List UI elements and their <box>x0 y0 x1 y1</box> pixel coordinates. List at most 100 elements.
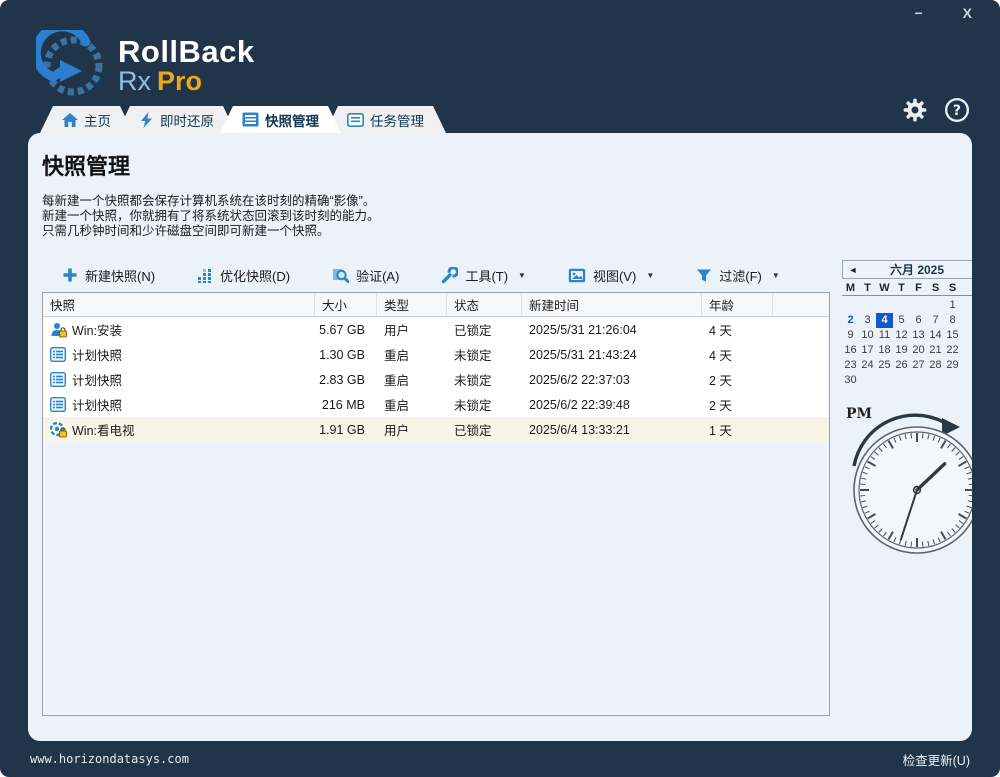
svg-text:?: ? <box>953 103 961 119</box>
snapshot-list-icon <box>242 112 259 127</box>
calendar-day[interactable]: 17 <box>859 343 876 358</box>
calendar-day[interactable]: 30 <box>842 373 859 388</box>
calendar-day[interactable]: 19 <box>893 343 910 358</box>
table-row[interactable]: Win:安装 5.67 GB 用户 已锁定 2025/5/31 21:26:04… <box>43 317 829 342</box>
column-header-size[interactable]: 大小 <box>315 293 377 316</box>
calendar-day[interactable]: 11 <box>876 328 893 343</box>
column-header-age[interactable]: 年龄 <box>702 293 773 316</box>
tab-instant-restore-label: 即时还原 <box>160 110 214 130</box>
calendar-day[interactable]: 2 <box>842 313 859 328</box>
new-snapshot-button[interactable]: 新建快照(N) <box>52 263 165 288</box>
table-header-row: 快照 大小 类型 状态 新建时间 年龄 <box>43 293 829 317</box>
calendar-header: ◄ 六月 2025 ► <box>842 260 972 279</box>
defrag-snapshot-button[interactable]: 优化快照(D) <box>187 263 300 288</box>
tab-snapshot-manager[interactable]: 快照管理 <box>220 106 341 133</box>
plus-icon <box>62 267 78 283</box>
calendar-day[interactable]: 7 <box>927 313 944 328</box>
calendar-blank-cell <box>876 298 893 313</box>
calendar-day[interactable]: 6 <box>910 313 927 328</box>
table-row[interactable]: 计划快照 1.30 GB 重启 未锁定 2025/5/31 21:43:24 4… <box>43 342 829 367</box>
snapshot-age: 2 天 <box>702 395 773 414</box>
calendar-day[interactable]: 1 <box>944 298 961 313</box>
check-update-link[interactable]: 检查更新(U) <box>903 750 970 769</box>
brand-pro: Pro <box>157 66 202 96</box>
tab-home[interactable]: 主页 <box>40 106 133 133</box>
table-row[interactable]: 计划快照 2.83 GB 重启 未锁定 2025/6/2 22:37:03 2 … <box>43 367 829 392</box>
help-icon[interactable]: ? <box>944 97 970 123</box>
calendar-day[interactable]: 21 <box>927 343 944 358</box>
column-header-status[interactable]: 状态 <box>447 293 522 316</box>
app-window: − X RollBack RxPro 主页 即时还原 <box>0 0 1000 777</box>
snapshot-created: 2025/6/4 13:33:21 <box>522 423 702 437</box>
page-description-line3: 只需几秒钟时间和少许磁盘空间即可新建一个快照。 <box>42 225 972 238</box>
snapshot-size: 1.91 GB <box>315 423 377 437</box>
calendar-day[interactable]: 18 <box>876 343 893 358</box>
clock-meridiem-label: PM <box>846 406 872 422</box>
calendar-day[interactable]: 16 <box>842 343 859 358</box>
snapshot-name: 计划快照 <box>72 345 122 364</box>
snapshot-size: 1.30 GB <box>315 348 377 362</box>
table-row-current[interactable]: Win:看电视 1.91 GB 用户 已锁定 2025/6/4 13:33:21… <box>43 417 829 442</box>
calendar-day[interactable]: 5 <box>893 313 910 328</box>
main-area: 新建快照(N) 优化快照(D) <box>42 260 972 716</box>
calendar-day[interactable]: 23 <box>842 358 859 373</box>
day-header: F <box>910 282 927 294</box>
calendar-day[interactable]: 28 <box>927 358 944 373</box>
snapshot-created: 2025/5/31 21:43:24 <box>522 348 702 362</box>
verify-button[interactable]: 验证(A) <box>322 263 409 288</box>
snapshot-toolbar: 新建快照(N) 优化快照(D) <box>42 260 830 290</box>
minimize-button[interactable]: − <box>908 4 928 22</box>
snapshot-column: 新建快照(N) 优化快照(D) <box>42 260 830 716</box>
tab-task-manager[interactable]: 任务管理 <box>325 106 446 133</box>
current-locked-snapshot-icon <box>50 422 67 438</box>
snapshot-size: 216 MB <box>315 398 377 412</box>
snapshot-name: 计划快照 <box>72 395 122 414</box>
day-header: T <box>893 282 910 294</box>
calendar-day[interactable]: 9 <box>842 328 859 343</box>
snapshot-age: 4 天 <box>702 345 773 364</box>
calendar-day[interactable]: 14 <box>927 328 944 343</box>
calendar-day[interactable]: 13 <box>910 328 927 343</box>
calendar-day[interactable]: 22 <box>944 343 961 358</box>
verify-icon <box>332 267 349 283</box>
brand-rx: Rx <box>118 66 151 96</box>
calendar-day[interactable]: 15 <box>944 328 961 343</box>
table-empty-area <box>43 442 829 715</box>
calendar-day[interactable]: 10 <box>859 328 876 343</box>
calendar-day[interactable]: 20 <box>910 343 927 358</box>
filter-menu-label: 过滤(F) <box>719 266 762 285</box>
column-header-created[interactable]: 新建时间 <box>522 293 702 316</box>
calendar-day[interactable]: 12 <box>893 328 910 343</box>
column-header-snapshot[interactable]: 快照 <box>43 293 315 316</box>
calendar-day[interactable]: 27 <box>910 358 927 373</box>
snapshot-status: 已锁定 <box>447 420 522 439</box>
close-button[interactable]: X <box>957 4 978 22</box>
view-menu-button[interactable]: 视图(V) ▼ <box>558 263 664 288</box>
snapshot-type: 重启 <box>377 370 447 389</box>
calendar-day[interactable]: 26 <box>893 358 910 373</box>
brand-rollback: RollBack <box>118 36 255 68</box>
filter-icon <box>696 268 712 283</box>
calendar-day[interactable]: 8 <box>944 313 961 328</box>
website-link[interactable]: www.horizondatasys.com <box>30 752 189 766</box>
column-header-filler <box>773 293 829 316</box>
calendar-day[interactable]: 29 <box>944 358 961 373</box>
defrag-snapshot-label: 优化快照(D) <box>220 266 290 285</box>
column-header-type[interactable]: 类型 <box>377 293 447 316</box>
calendar-day[interactable]: 3 <box>859 313 876 328</box>
tab-instant-restore[interactable]: 即时还原 <box>117 106 236 133</box>
brand-wordmark: RollBack RxPro <box>118 36 255 95</box>
page-description-line1: 每新建一个快照都会保存计算机系统在该时刻的精确“影像”。 <box>42 195 972 208</box>
calendar-prev-icon[interactable]: ◄ <box>847 265 859 275</box>
calendar-day-selected[interactable]: 4 <box>876 313 893 328</box>
filter-menu-button[interactable]: 过滤(F) ▼ <box>686 263 790 288</box>
calendar-day[interactable]: 25 <box>876 358 893 373</box>
tools-menu-button[interactable]: 工具(T) ▼ <box>431 263 536 288</box>
calendar-blank-cell <box>842 298 859 313</box>
verify-label: 验证(A) <box>356 266 399 285</box>
settings-gear-icon[interactable] <box>902 97 928 123</box>
table-row[interactable]: 计划快照 216 MB 重启 未锁定 2025/6/2 22:39:48 2 天 <box>43 392 829 417</box>
calendar-day[interactable]: 24 <box>859 358 876 373</box>
calendar-blank-cell <box>927 298 944 313</box>
snapshot-status: 未锁定 <box>447 370 522 389</box>
